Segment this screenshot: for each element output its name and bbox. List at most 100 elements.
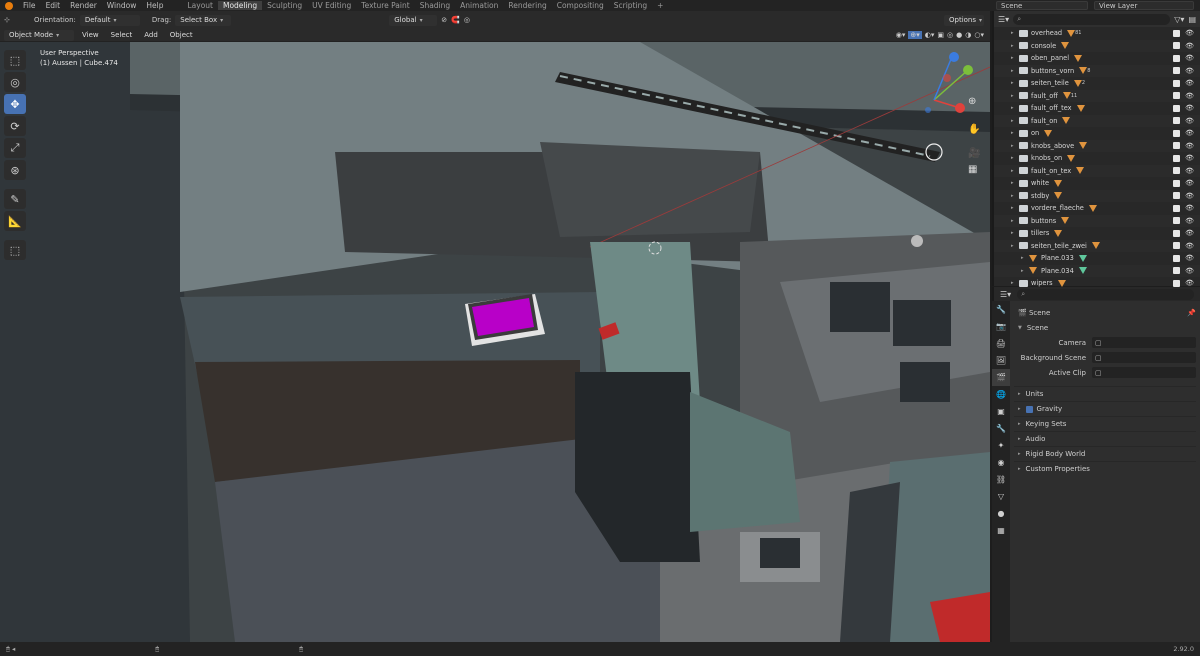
outliner-row[interactable]: ▸ buttons_vorn 8 👁 xyxy=(994,64,1200,77)
scale-icon[interactable]: ⤢ xyxy=(4,138,26,158)
transform-icon[interactable]: ⊛ xyxy=(4,160,26,180)
exclude-checkbox[interactable] xyxy=(1173,167,1180,175)
visibility-eye-icon[interactable]: 👁 xyxy=(1185,29,1194,37)
tool-tab-icon[interactable]: 🔧 xyxy=(992,301,1010,318)
outliner-editor-icon[interactable]: ☰▾ xyxy=(998,15,1009,24)
expand-icon[interactable]: ▸ xyxy=(1018,421,1021,427)
visibility-eye-icon[interactable]: 👁 xyxy=(1185,204,1194,212)
outliner-row[interactable]: ▸ stdby 👁 xyxy=(994,189,1200,202)
menu-window[interactable]: Window xyxy=(102,1,142,10)
visibility-eye-icon[interactable]: 👁 xyxy=(1185,167,1194,175)
scene-selector[interactable]: Scene xyxy=(996,1,1088,10)
output-tab-icon[interactable]: 🖨 xyxy=(992,335,1010,352)
exclude-checkbox[interactable] xyxy=(1173,42,1180,50)
particles-tab-icon[interactable]: ✦ xyxy=(992,437,1010,454)
outliner-row[interactable]: ▸ seiten_teile 2 👁 xyxy=(994,77,1200,90)
exclude-checkbox[interactable] xyxy=(1173,204,1180,212)
expand-icon[interactable]: ▸ xyxy=(1018,451,1021,457)
physics-tab-icon[interactable]: ◉ xyxy=(992,454,1010,471)
visibility-eye-icon[interactable]: 👁 xyxy=(1185,42,1194,50)
property-field-camera[interactable]: ▢ xyxy=(1092,337,1196,348)
expand-icon[interactable]: ▸ xyxy=(1018,406,1021,412)
menu-help[interactable]: Help xyxy=(141,1,168,10)
exclude-checkbox[interactable] xyxy=(1173,92,1180,100)
visibility-eye-icon[interactable]: 👁 xyxy=(1185,67,1194,75)
workspace-tab-rendering[interactable]: Rendering xyxy=(503,1,551,10)
properties-search-input[interactable]: ⌕ xyxy=(1017,288,1194,300)
expand-icon[interactable]: ▸ xyxy=(1011,205,1019,211)
shading-solid-icon[interactable]: ● xyxy=(956,31,962,39)
cursor-icon[interactable]: ◎ xyxy=(4,72,26,92)
material-tab-icon[interactable]: ● xyxy=(992,505,1010,522)
outliner-row[interactable]: ▸ on 👁 xyxy=(994,127,1200,140)
outliner-row[interactable]: ▸ knobs_on 👁 xyxy=(994,152,1200,165)
workspace-tab-texture-paint[interactable]: Texture Paint xyxy=(356,1,414,10)
expand-icon[interactable]: ▸ xyxy=(1011,180,1019,186)
expand-icon[interactable]: ▸ xyxy=(1011,68,1019,74)
viewport-menu-add[interactable]: Add xyxy=(139,30,163,40)
expand-icon[interactable]: ▸ xyxy=(1011,193,1019,199)
outliner-row[interactable]: ▸ knobs_above 👁 xyxy=(994,139,1200,152)
visibility-eye-icon[interactable]: 👁 xyxy=(1185,142,1194,150)
x-axis-icon[interactable] xyxy=(955,103,965,113)
outliner-row[interactable]: ▸ fault_on_tex 👁 xyxy=(994,164,1200,177)
exclude-checkbox[interactable] xyxy=(1173,54,1180,62)
outliner-search-input[interactable]: ⌕ xyxy=(1013,13,1171,25)
visibility-eye-icon[interactable]: 👁 xyxy=(1185,217,1194,225)
gizmo-icon[interactable]: ⊕▾ xyxy=(908,31,922,39)
expand-icon[interactable]: ▸ xyxy=(1021,268,1029,274)
visibility-eye-icon[interactable]: 👁 xyxy=(1185,192,1194,200)
navigation-gizmo[interactable]: ⊕ ✋ 🎥 ▦ xyxy=(920,52,988,177)
add-cube-icon[interactable]: ⬚ xyxy=(4,240,26,260)
exclude-checkbox[interactable] xyxy=(1173,67,1180,75)
viewport-menu-select[interactable]: Select xyxy=(106,30,138,40)
data-tab-icon[interactable]: ▽ xyxy=(992,488,1010,505)
constraints-tab-icon[interactable]: ⛓ xyxy=(992,471,1010,488)
expand-icon[interactable]: ▸ xyxy=(1011,155,1019,161)
expand-icon[interactable]: ▸ xyxy=(1011,93,1019,99)
visibility-eye-icon[interactable]: 👁 xyxy=(1185,129,1194,137)
exclude-checkbox[interactable] xyxy=(1173,179,1180,187)
expand-icon[interactable]: ▸ xyxy=(1011,43,1019,49)
menu-render[interactable]: Render xyxy=(65,1,102,10)
outliner-row[interactable]: ▸ buttons 👁 xyxy=(994,214,1200,227)
workspace-tab-shading[interactable]: Shading xyxy=(415,1,455,10)
snap-icon[interactable]: 🧲 xyxy=(451,16,460,24)
add-workspace-button[interactable]: + xyxy=(652,1,668,10)
outliner-row[interactable]: ▸ fault_off_tex 👁 xyxy=(994,102,1200,115)
visibility-eye-icon[interactable]: 👁 xyxy=(1185,254,1194,262)
panel-rigid-body-world[interactable]: ▸ Rigid Body World xyxy=(1014,446,1196,461)
options-dropdown[interactable]: Options ▾ xyxy=(944,14,984,26)
exclude-checkbox[interactable] xyxy=(1173,104,1180,112)
viewport-menu-view[interactable]: View xyxy=(77,30,104,40)
drag-dropdown[interactable]: Select Box ▾ xyxy=(175,14,232,26)
exclude-checkbox[interactable] xyxy=(1173,217,1180,225)
mode-icon[interactable]: ⊹ xyxy=(4,16,30,24)
visibility-eye-icon[interactable]: 👁 xyxy=(1185,54,1194,62)
expand-icon[interactable]: ▸ xyxy=(1011,55,1019,61)
overlay-icon[interactable]: ◐▾ xyxy=(925,31,935,39)
visibility-eye-icon[interactable]: 👁 xyxy=(1185,229,1194,237)
visibility-eye-icon[interactable]: 👁 xyxy=(1185,104,1194,112)
outliner-row[interactable]: ▸ Plane.033 👁 xyxy=(994,252,1200,265)
expand-icon[interactable]: ▸ xyxy=(1021,255,1029,261)
shading-rendered-icon[interactable]: ○▾ xyxy=(974,31,984,39)
workspace-tab-uv-editing[interactable]: UV Editing xyxy=(307,1,356,10)
orientation-dropdown[interactable]: Default ▾ xyxy=(79,14,140,26)
viewport-menu-object[interactable]: Object xyxy=(165,30,198,40)
expand-icon[interactable]: ▸ xyxy=(1011,118,1019,124)
expand-icon[interactable]: ▸ xyxy=(1011,168,1019,174)
panel-gravity[interactable]: ▸ Gravity xyxy=(1014,401,1196,416)
exclude-checkbox[interactable] xyxy=(1173,279,1180,287)
workspace-tab-scripting[interactable]: Scripting xyxy=(609,1,652,10)
outliner-row[interactable]: ▸ oben_panel 👁 xyxy=(994,52,1200,65)
visibility-eye-icon[interactable]: 👁 xyxy=(1185,117,1194,125)
expand-icon[interactable]: ▸ xyxy=(1011,80,1019,86)
pivot-icon[interactable]: ⊘ xyxy=(441,16,447,24)
exclude-checkbox[interactable] xyxy=(1173,129,1180,137)
gravity-checkbox[interactable] xyxy=(1025,405,1033,413)
visibility-eye-icon[interactable]: 👁 xyxy=(1185,79,1194,87)
shading-material-icon[interactable]: ◑ xyxy=(965,31,971,39)
render-tab-icon[interactable]: 📷 xyxy=(992,318,1010,335)
expand-icon[interactable]: ▸ xyxy=(1011,280,1019,286)
